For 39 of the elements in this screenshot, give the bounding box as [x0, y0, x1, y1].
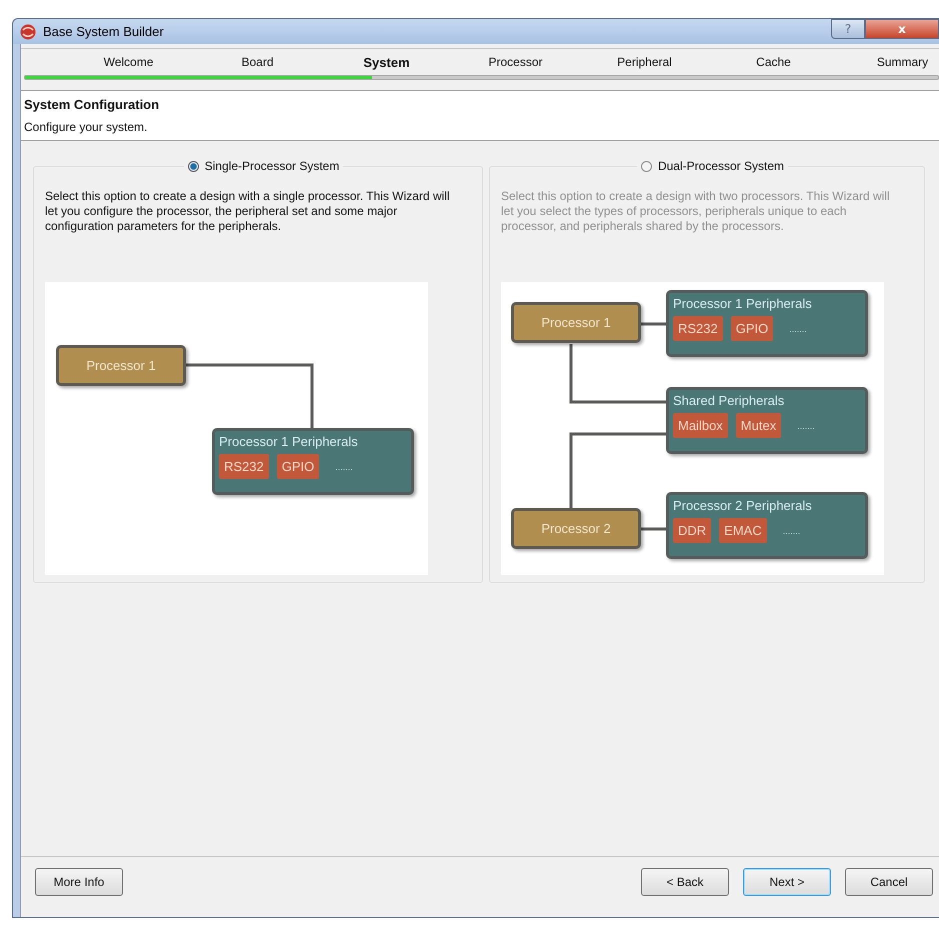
- peripheral-chip: GPIO: [730, 316, 774, 341]
- radio-button[interactable]: Single-Processor System: [188, 159, 340, 173]
- ellipsis-text: .......: [782, 526, 800, 536]
- peripheral-chip: GPIO: [276, 454, 320, 479]
- ellipsis-text: .......: [335, 462, 353, 472]
- processor-node: Processor 1: [56, 345, 186, 386]
- peripheral-chip: Mutex: [736, 413, 782, 438]
- ellipsis-text: .......: [797, 420, 815, 430]
- option-description: Select this option to create a design with two processors. This Wizard will let you select the types of processors, peripherals unique to each processor, and peripherals shared by the processors.: [501, 189, 891, 234]
- processor-node: Processor 1: [511, 302, 641, 343]
- wizard-step[interactable]: Board: [241, 55, 274, 69]
- page-subtitle: Configure your system.: [24, 120, 148, 134]
- group-title: Shared Peripherals: [673, 393, 786, 408]
- app-icon: [20, 24, 36, 40]
- help-button[interactable]: ?: [831, 19, 865, 39]
- wizard-step[interactable]: Welcome: [104, 55, 154, 69]
- page-title: System Configuration: [24, 97, 160, 112]
- processor-node: Processor 2: [511, 508, 641, 549]
- peripheral-chip: DDR: [673, 518, 712, 543]
- peripheral-chip: EMAC: [719, 518, 767, 543]
- peripheral-chip: RS232: [219, 454, 269, 479]
- dialog-button[interactable]: More Info: [35, 868, 123, 896]
- wizard-step[interactable]: Cache: [756, 55, 791, 69]
- wizard-step[interactable]: System: [363, 54, 410, 70]
- dialog-button[interactable]: Cancel: [845, 868, 933, 896]
- dialog-button[interactable]: < Back: [641, 868, 729, 896]
- option-description: Select this option to create a design with a single processor. This Wizard will let you configure the processor, the peripheral set and some major configuration parameters for the peripherals.: [45, 189, 451, 234]
- wizard-step[interactable]: Summary: [876, 55, 928, 69]
- group-title: Processor 1 Peripherals: [673, 296, 813, 311]
- wizard-step[interactable]: Peripheral: [617, 55, 672, 69]
- wizard-step[interactable]: Processor: [488, 55, 543, 69]
- ellipsis-text: .......: [789, 324, 807, 334]
- radio-button[interactable]: Dual-Processor System: [640, 159, 784, 173]
- window-title: Base System Builder: [43, 24, 164, 39]
- dialog-button[interactable]: Next >: [743, 868, 831, 896]
- group-title: Processor 1 Peripherals: [219, 434, 359, 449]
- peripheral-chip: RS232: [673, 316, 723, 341]
- peripheral-chip: Mailbox: [673, 413, 728, 438]
- group-title: Processor 2 Peripherals: [673, 498, 813, 513]
